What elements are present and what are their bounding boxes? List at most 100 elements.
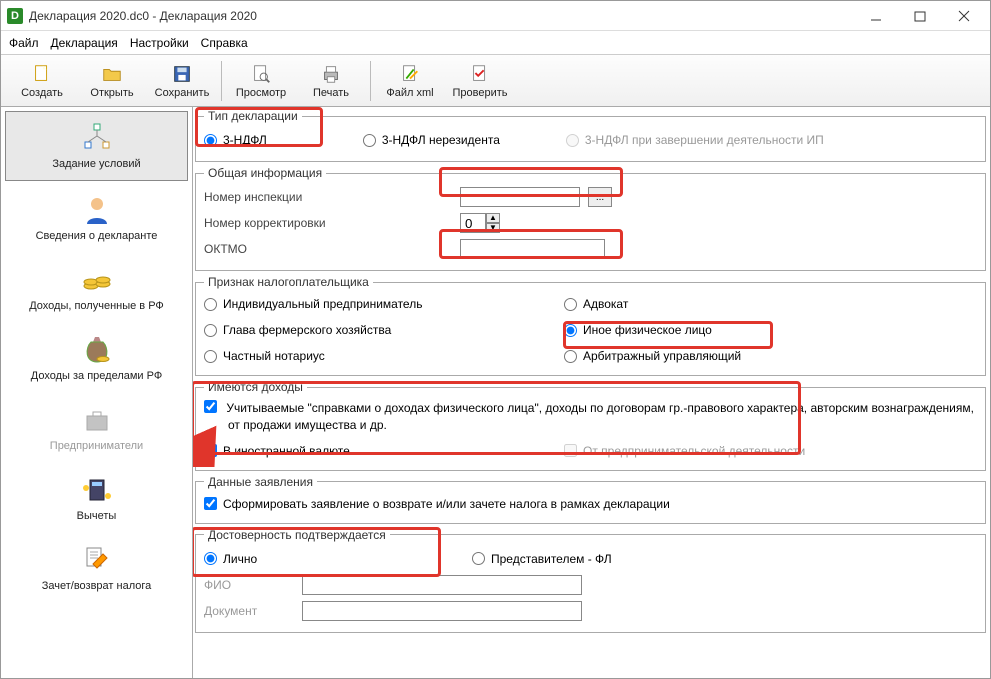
radio-advocate[interactable]: Адвокат	[564, 293, 977, 315]
group-legend: Достоверность подтверждается	[204, 528, 390, 542]
radio-arbitr[interactable]: Арбитражный управляющий	[564, 345, 977, 367]
maximize-button[interactable]	[898, 2, 942, 30]
menu-file[interactable]: Файл	[9, 36, 39, 50]
radio-self[interactable]: Лично	[204, 548, 464, 570]
menu-settings[interactable]: Настройки	[130, 36, 189, 50]
folder-open-icon	[101, 63, 123, 85]
check-label: Сформировать заявление о возврате и/или …	[223, 497, 670, 511]
group-taxpayer: Признак налогоплательщика Индивидуальный…	[195, 275, 986, 376]
sidebar: Задание условий Сведения о декларанте До…	[1, 107, 193, 678]
save-label: Сохранить	[155, 87, 210, 99]
minimize-button[interactable]	[854, 2, 898, 30]
check-label: Проверить	[452, 87, 507, 99]
radio-label: Арбитражный управляющий	[583, 349, 741, 363]
group-legend: Данные заявления	[204, 475, 317, 489]
radio-label: Индивидуальный предприниматель	[223, 297, 422, 311]
save-icon	[171, 63, 193, 85]
check-business-income[interactable]: От предпринимательской деятельности	[564, 440, 977, 462]
check-generate-statement[interactable]: Сформировать заявление о возврате и/или …	[204, 493, 977, 515]
group-confirm: Достоверность подтверждается Лично Предс…	[195, 528, 986, 633]
menu-declaration[interactable]: Декларация	[51, 36, 118, 50]
calculator-icon	[81, 474, 113, 506]
correction-value[interactable]	[460, 213, 486, 233]
check-icon	[469, 63, 491, 85]
briefcase-icon	[81, 404, 113, 436]
inspection-label: Номер инспекции	[204, 190, 384, 204]
spin-up[interactable]: ▲	[486, 213, 500, 223]
person-icon	[81, 194, 113, 226]
new-file-icon	[31, 63, 53, 85]
inspection-field[interactable]	[460, 187, 580, 207]
radio-notary[interactable]: Частный нотариус	[204, 345, 564, 367]
preview-button[interactable]: Просмотр	[226, 57, 296, 105]
conditions-icon	[81, 122, 113, 154]
check-button[interactable]: Проверить	[445, 57, 515, 105]
group-statement: Данные заявления Сформировать заявление …	[195, 475, 986, 524]
xml-button[interactable]: Файл xml	[375, 57, 445, 105]
radio-label: Лично	[223, 552, 257, 566]
sidebar-item-conditions[interactable]: Задание условий	[5, 111, 188, 181]
preview-icon	[250, 63, 272, 85]
xml-file-icon	[399, 63, 421, 85]
sidebar-label: Зачет/возврат налога	[42, 580, 152, 592]
fio-field[interactable]	[302, 575, 582, 595]
sidebar-item-offset[interactable]: Зачет/возврат налога	[1, 533, 192, 603]
group-has-income: Имеются доходы Учитываемые "справками о …	[195, 380, 986, 471]
radio-3ndfl[interactable]: 3-НДФЛ	[204, 129, 267, 151]
menu-help[interactable]: Справка	[201, 36, 248, 50]
fio-label: ФИО	[204, 578, 294, 592]
correction-spinner[interactable]: ▲ ▼	[460, 213, 500, 233]
radio-label: Частный нотариус	[223, 349, 325, 363]
doc-field[interactable]	[302, 601, 582, 621]
sidebar-item-deductions[interactable]: Вычеты	[1, 463, 192, 533]
create-button[interactable]: Создать	[7, 57, 77, 105]
print-label: Печать	[313, 87, 349, 99]
sidebar-label: Доходы, полученные в РФ	[29, 300, 164, 312]
open-label: Открыть	[90, 87, 133, 99]
save-button[interactable]: Сохранить	[147, 57, 217, 105]
check-label: От предпринимательской деятельности	[583, 444, 805, 458]
check-foreign-currency[interactable]: В иностранной валюте	[204, 440, 564, 462]
radio-label: 3-НДФЛ	[223, 133, 267, 147]
check-spravki-income[interactable]: Учитываемые "справками о доходах физичес…	[204, 398, 977, 436]
window-title: Декларация 2020.dc0 - Декларация 2020	[29, 9, 854, 23]
oktmo-field[interactable]	[460, 239, 605, 259]
spin-down[interactable]: ▼	[486, 223, 500, 233]
sidebar-label: Предприниматели	[50, 440, 143, 452]
radio-representative-fl[interactable]: Представителем - ФЛ	[472, 548, 612, 570]
radio-label: Глава фермерского хозяйства	[223, 323, 391, 337]
money-bag-icon	[81, 334, 113, 366]
inspection-lookup-button[interactable]: ...	[588, 187, 612, 207]
group-general-info: Общая информация Номер инспекции ... Ном…	[195, 166, 986, 271]
group-legend: Тип декларации	[204, 109, 302, 123]
app-icon: D	[7, 8, 23, 24]
radio-ip[interactable]: Индивидуальный предприниматель	[204, 293, 564, 315]
radio-farmer[interactable]: Глава фермерского хозяйства	[204, 319, 564, 341]
radio-label: Представителем - ФЛ	[491, 552, 612, 566]
close-button[interactable]	[942, 2, 986, 30]
sidebar-item-declarant[interactable]: Сведения о декларанте	[1, 183, 192, 253]
sidebar-item-income-rf[interactable]: Доходы, полученные в РФ	[1, 253, 192, 323]
menubar: Файл Декларация Настройки Справка	[1, 31, 990, 55]
titlebar: D Декларация 2020.dc0 - Декларация 2020	[1, 1, 990, 31]
toolbar: Создать Открыть Сохранить Просмотр Печат…	[1, 55, 990, 107]
toolbar-separator	[370, 61, 371, 101]
radio-label: Адвокат	[583, 297, 628, 311]
sidebar-item-entrepreneurs[interactable]: Предприниматели	[1, 393, 192, 463]
radio-other-person[interactable]: Иное физическое лицо	[564, 319, 977, 341]
group-legend: Общая информация	[204, 166, 326, 180]
radio-3ndfl-nonresident[interactable]: 3-НДФЛ нерезидента	[363, 129, 500, 151]
open-button[interactable]: Открыть	[77, 57, 147, 105]
group-legend: Признак налогоплательщика	[204, 275, 373, 289]
check-label: В иностранной валюте	[223, 444, 350, 458]
preview-label: Просмотр	[236, 87, 286, 99]
create-label: Создать	[21, 87, 63, 99]
group-legend: Имеются доходы	[204, 380, 307, 394]
print-button[interactable]: Печать	[296, 57, 366, 105]
radio-label: 3-НДФЛ при завершении деятельности ИП	[585, 133, 824, 147]
radio-3ndfl-closed-ip[interactable]: 3-НДФЛ при завершении деятельности ИП	[566, 129, 824, 151]
sidebar-item-income-abroad[interactable]: Доходы за пределами РФ	[1, 323, 192, 393]
sidebar-label: Доходы за пределами РФ	[31, 370, 162, 382]
group-declaration-type: Тип декларации 3-НДФЛ 3-НДФЛ нерезидента…	[195, 109, 986, 162]
xml-label: Файл xml	[386, 87, 433, 99]
